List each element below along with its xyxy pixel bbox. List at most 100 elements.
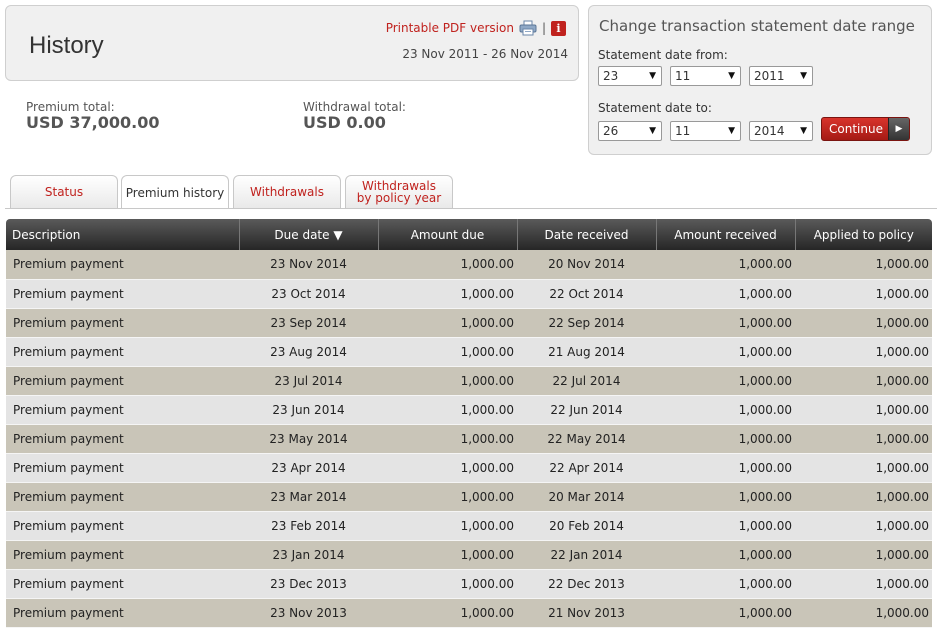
column-header-amount-received[interactable]: Amount received — [655, 219, 795, 250]
cell-description: Premium payment — [6, 511, 239, 541]
cell-description: Premium payment — [6, 366, 239, 396]
continue-button[interactable]: Continue ▶ — [821, 117, 910, 141]
to-year-value: 2014 — [754, 124, 785, 138]
cell-applied-to-policy: 1,000.00 — [795, 453, 932, 483]
table-body: Premium payment 23 Nov 2014 1,000.00 20 Nov… — [6, 250, 932, 628]
cell-date-received: 22 May 2014 — [517, 424, 656, 454]
cell-description: Premium payment — [6, 337, 239, 367]
column-header-amount-due[interactable]: Amount due — [377, 219, 517, 250]
dropdown-arrow-icon: ▼ — [649, 71, 656, 81]
dropdown-arrow-icon: ▼ — [728, 71, 735, 81]
cell-due-date: 23 Apr 2014 — [239, 453, 378, 483]
table-row: Premium payment 23 Jun 2014 1,000.00 22 Jun… — [6, 395, 932, 425]
column-header-date-received[interactable]: Date received — [516, 219, 656, 250]
cell-due-date: 23 Oct 2014 — [239, 279, 378, 309]
tab-withdrawals[interactable]: Withdrawals — [233, 175, 341, 208]
cell-due-date: 23 Nov 2013 — [239, 598, 378, 628]
from-month-select[interactable]: 11 ▼ — [670, 66, 741, 86]
table-row: Premium payment 23 Jul 2014 1,000.00 22 Jul… — [6, 366, 932, 396]
cell-due-date: 23 Nov 2014 — [239, 250, 378, 280]
cell-due-date: 23 May 2014 — [239, 424, 378, 454]
cell-applied-to-policy: 1,000.00 — [795, 511, 932, 541]
tab-withdrawals-by-policy-year[interactable]: Withdrawals by policy year — [345, 175, 453, 208]
cell-date-received: 20 Feb 2014 — [517, 511, 656, 541]
pdf-toolbar: Printable PDF version | i — [386, 20, 566, 36]
column-header-due-date[interactable]: Due date ▼ — [238, 219, 378, 250]
to-label: Statement date to: — [598, 101, 712, 115]
to-year-select[interactable]: 2014 ▼ — [749, 121, 813, 141]
date-range-title: Change transaction statement date range — [599, 17, 915, 35]
cell-description: Premium payment — [6, 395, 239, 425]
cell-description: Premium payment — [6, 308, 239, 338]
cell-amount-received: 1,000.00 — [656, 453, 795, 483]
from-year-select[interactable]: 2011 ▼ — [749, 66, 813, 86]
cell-description: Premium payment — [6, 569, 239, 599]
cell-due-date: 23 Jan 2014 — [239, 540, 378, 570]
dropdown-arrow-icon: ▼ — [800, 71, 807, 81]
cell-amount-received: 1,000.00 — [656, 511, 795, 541]
cell-date-received: 21 Nov 2013 — [517, 598, 656, 628]
tab-divider — [5, 208, 937, 209]
cell-amount-received: 1,000.00 — [656, 395, 795, 425]
cell-amount-due: 1,000.00 — [378, 424, 517, 454]
cell-description: Premium payment — [6, 482, 239, 512]
cell-due-date: 23 Dec 2013 — [239, 569, 378, 599]
cell-due-date: 23 Feb 2014 — [239, 511, 378, 541]
table-row: Premium payment 23 Oct 2014 1,000.00 22 Oct… — [6, 279, 932, 309]
premium-total: Premium total: USD 37,000.00 — [26, 101, 159, 132]
printable-pdf-link[interactable]: Printable PDF version — [386, 21, 514, 35]
withdrawal-total-value: USD 0.00 — [303, 113, 386, 132]
cell-date-received: 22 Jul 2014 — [517, 366, 656, 396]
dropdown-arrow-icon: ▼ — [649, 126, 656, 136]
cell-amount-due: 1,000.00 — [378, 511, 517, 541]
continue-label: Continue — [829, 122, 883, 136]
cell-date-received: 20 Nov 2014 — [517, 250, 656, 280]
cell-amount-received: 1,000.00 — [656, 569, 795, 599]
to-month-select[interactable]: 11 ▼ — [670, 121, 741, 141]
cell-date-received: 22 Jun 2014 — [517, 395, 656, 425]
from-day-select[interactable]: 23 ▼ — [598, 66, 662, 86]
cell-amount-due: 1,000.00 — [378, 337, 517, 367]
cell-applied-to-policy: 1,000.00 — [795, 337, 932, 367]
cell-applied-to-policy: 1,000.00 — [795, 366, 932, 396]
cell-date-received: 22 Jan 2014 — [517, 540, 656, 570]
toolbar-separator: | — [541, 21, 546, 35]
cell-date-received: 21 Aug 2014 — [517, 337, 656, 367]
premium-history-table: Description Due date ▼ Amount due Date r… — [6, 219, 932, 628]
cell-date-received: 22 Oct 2014 — [517, 279, 656, 309]
table-row: Premium payment 23 May 2014 1,000.00 22 May… — [6, 424, 932, 454]
table-row: Premium payment 23 Nov 2013 1,000.00 21 Nov… — [6, 598, 932, 628]
cell-applied-to-policy: 1,000.00 — [795, 424, 932, 454]
to-day-select[interactable]: 26 ▼ — [598, 121, 662, 141]
cell-amount-due: 1,000.00 — [378, 279, 517, 309]
column-header-applied-to-policy[interactable]: Applied to policy — [794, 219, 932, 250]
cell-date-received: 22 Apr 2014 — [517, 453, 656, 483]
cell-due-date: 23 Jul 2014 — [239, 366, 378, 396]
cell-applied-to-policy: 1,000.00 — [795, 540, 932, 570]
dropdown-arrow-icon: ▼ — [800, 126, 807, 136]
table-row: Premium payment 23 Aug 2014 1,000.00 21 Aug… — [6, 337, 932, 367]
cell-amount-due: 1,000.00 — [378, 366, 517, 396]
cell-applied-to-policy: 1,000.00 — [795, 569, 932, 599]
printer-icon[interactable] — [519, 20, 537, 36]
to-month-value: 11 — [675, 124, 691, 138]
cell-description: Premium payment — [6, 250, 239, 280]
cell-applied-to-policy: 1,000.00 — [795, 250, 932, 280]
cell-due-date: 23 Mar 2014 — [239, 482, 378, 512]
history-header-panel: History Printable PDF version | i 23 Nov… — [5, 5, 579, 81]
tab-premium-history[interactable]: Premium history — [121, 175, 229, 209]
table-row: Premium payment 23 Sep 2014 1,000.00 22 Sep… — [6, 308, 932, 338]
cell-applied-to-policy: 1,000.00 — [795, 308, 932, 338]
table-header-row: Description Due date ▼ Amount due Date r… — [6, 219, 932, 250]
table-row: Premium payment 23 Feb 2014 1,000.00 20 Feb… — [6, 511, 932, 541]
table-row: Premium payment 23 Jan 2014 1,000.00 22 Jan… — [6, 540, 932, 570]
table-row: Premium payment 23 Dec 2013 1,000.00 22 Dec… — [6, 569, 932, 599]
info-icon[interactable]: i — [551, 20, 566, 36]
tab-status[interactable]: Status — [10, 175, 118, 208]
column-header-description[interactable]: Description — [6, 219, 239, 250]
cell-amount-received: 1,000.00 — [656, 540, 795, 570]
cell-amount-received: 1,000.00 — [656, 366, 795, 396]
from-year-value: 2011 — [754, 69, 785, 83]
dropdown-arrow-icon: ▼ — [728, 126, 735, 136]
table-row: Premium payment 23 Nov 2014 1,000.00 20 Nov… — [6, 250, 932, 280]
